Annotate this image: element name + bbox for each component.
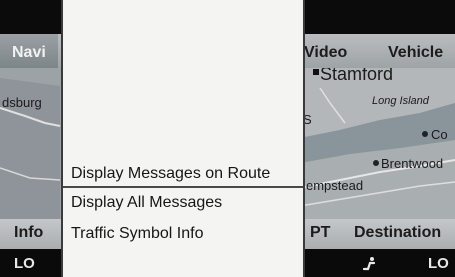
map-label-hempstead: empstead xyxy=(306,178,364,193)
menu-item-video[interactable]: Video xyxy=(304,44,347,62)
status-lo-left: LO xyxy=(14,255,35,272)
menu-item-display-all-messages[interactable]: Display All Messages xyxy=(71,194,222,212)
map-label-brentwood: Brentwood xyxy=(381,156,444,171)
menu-item-traffic-symbol-info[interactable]: Traffic Symbol Info xyxy=(71,225,204,243)
menu-item-display-messages-on-route[interactable]: Display Messages on Route xyxy=(71,165,270,183)
menu-item-vehicle[interactable]: Vehicle xyxy=(388,44,443,62)
seat-heat-icon xyxy=(362,257,376,271)
map-label-town-left: dsburg xyxy=(2,95,42,110)
status-lo-right: LO xyxy=(428,255,449,272)
menu-item-pt[interactable]: PT xyxy=(310,224,330,242)
traffic-messages-menu: Display Messages on Route Display All Me… xyxy=(61,0,305,277)
menu-item-navi-label: Navi xyxy=(12,44,46,61)
menu-item-navi[interactable]: Navi xyxy=(0,34,58,68)
map-label-co: Co xyxy=(431,127,448,142)
menu-item-destination[interactable]: Destination xyxy=(354,224,441,242)
map-label-stamford: Stamford xyxy=(320,68,394,84)
menu-item-info[interactable]: Info xyxy=(14,224,43,242)
selection-separator xyxy=(63,186,303,188)
map-label-long-island: Long Island xyxy=(372,95,429,107)
